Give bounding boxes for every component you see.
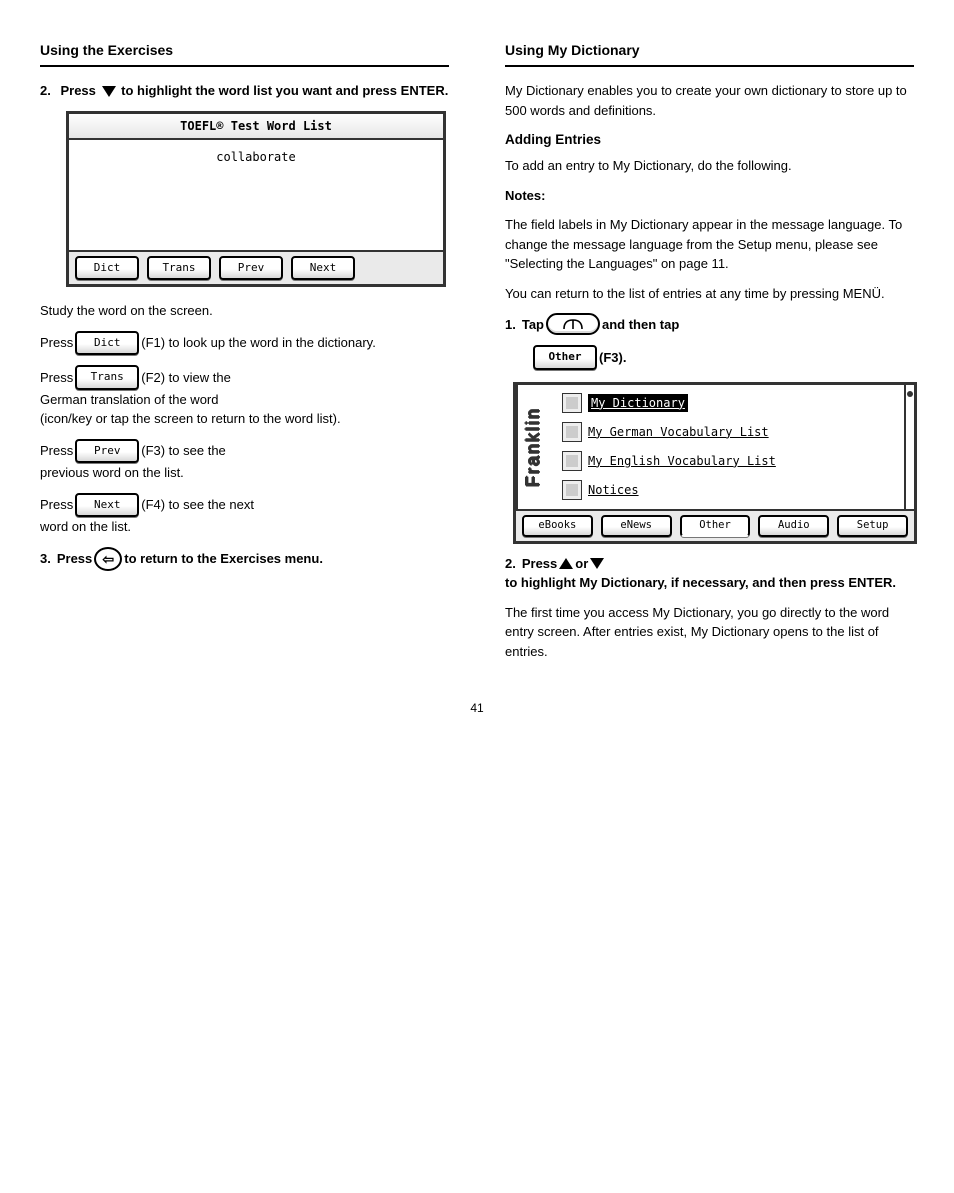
right-step2-mid: or (575, 554, 588, 574)
dict-before: Press (40, 333, 73, 353)
right-step1-num: 1. (505, 315, 516, 335)
left-step2-before: Press (60, 83, 99, 98)
scr1-btn-trans[interactable]: Trans (147, 256, 211, 281)
right-step1-text: Tap (522, 315, 544, 335)
prev-before: Press (40, 441, 73, 461)
next-before: Press (40, 495, 73, 515)
scrollbar[interactable] (904, 385, 914, 509)
brand-label: Franklin (516, 385, 556, 509)
scr1-btn-prev[interactable]: Prev (219, 256, 283, 281)
left-step3-num: 3. (40, 549, 51, 569)
left-step3-after: to return to the Exercises menu. (124, 549, 323, 569)
tab-audio[interactable]: Audio (758, 515, 829, 537)
tab-enews[interactable]: eNews (601, 515, 672, 537)
right-afterstep2: The first time you access My Dictionary,… (505, 603, 914, 662)
left-step2-after: to highlight the word list you want and … (118, 83, 398, 98)
note-1: The field labels in My Dictionary appear… (505, 215, 914, 274)
prev-after: (F3) to see the (141, 441, 226, 461)
right-section-title: Using My Dictionary (505, 40, 914, 67)
list-item[interactable]: My Dictionary (560, 389, 900, 418)
list-item-label: My German Vocabulary List (588, 423, 769, 441)
next-button[interactable]: Next (75, 493, 139, 518)
list-item-label: Notices (588, 481, 639, 499)
trans-before: Press (40, 368, 73, 388)
next-line2: word on the list. (40, 517, 449, 537)
trans-line2: German translation of the word (40, 390, 449, 410)
up-arrow-icon (559, 558, 573, 569)
down-arrow-icon (102, 86, 116, 97)
next-after: (F4) to see the next (141, 495, 254, 515)
library-icon[interactable] (546, 313, 600, 335)
list-item-label: My English Vocabulary List (588, 452, 776, 470)
right-step1-after: (F3). (599, 348, 626, 368)
prev-line2: previous word on the list. (40, 463, 449, 483)
left-step2-text: Press to highlight the word list you wan… (60, 83, 448, 98)
list-item-label: My Dictionary (588, 394, 688, 412)
book-icon (562, 451, 582, 471)
left-step2-enter: ENTER (397, 83, 445, 98)
screenshot-word-list: TOEFL® Test Word List collaborate Dict T… (66, 111, 446, 288)
adding-entries-head: Adding Entries (505, 130, 914, 150)
left-step2-period: . (445, 83, 449, 98)
scr1-btn-next[interactable]: Next (291, 256, 355, 281)
screenshot1-word: collaborate (216, 150, 295, 164)
right-step2-before: Press (522, 554, 557, 574)
list-item[interactable]: My English Vocabulary List (560, 447, 900, 476)
screenshot1-title: TOEFL® Test Word List (69, 114, 443, 140)
left-step3-before: Press (57, 549, 92, 569)
book-icon (562, 480, 582, 500)
trans-button[interactable]: Trans (75, 365, 139, 390)
dict-button[interactable]: Dict (75, 331, 139, 356)
left-section-title: Using the Exercises (40, 40, 449, 67)
left-step2-num: 2. (40, 81, 51, 101)
right-intro1: My Dictionary enables you to create your… (505, 81, 914, 120)
tab-other[interactable]: Other (680, 515, 751, 537)
notes-head: Notes: (505, 188, 545, 203)
prev-button[interactable]: Prev (75, 439, 139, 464)
tab-ebooks[interactable]: eBooks (522, 515, 593, 537)
book-icon (562, 422, 582, 442)
trans-line3: (icon/key or tap the screen to return to… (40, 409, 449, 429)
right-step1-mid: and then tap (602, 315, 679, 335)
library-list: My Dictionary My German Vocabulary List … (556, 385, 904, 509)
scr1-btn-dict[interactable]: Dict (75, 256, 139, 281)
page-number: 41 (40, 699, 914, 717)
other-button[interactable]: Other (533, 345, 597, 370)
note-2: You can return to the list of entries at… (505, 284, 914, 304)
tab-setup[interactable]: Setup (837, 515, 908, 537)
dict-after: (F1) to look up the word in the dictiona… (141, 333, 376, 353)
study-line: Study the word on the screen. (40, 301, 449, 321)
book-icon (562, 393, 582, 413)
screenshot-library: Franklin My Dictionary My German Vocabul… (513, 382, 917, 544)
back-arrow-icon (94, 547, 122, 571)
list-item[interactable]: My German Vocabulary List (560, 418, 900, 447)
list-item[interactable]: Notices (560, 476, 900, 505)
right-intro2: To add an entry to My Dictionary, do the… (505, 156, 914, 176)
trans-after: (F2) to view the (141, 368, 231, 388)
down-arrow-icon (590, 558, 604, 569)
right-step2-after: to highlight My Dictionary, if necessary… (505, 573, 896, 593)
right-step2-num: 2. (505, 554, 516, 574)
